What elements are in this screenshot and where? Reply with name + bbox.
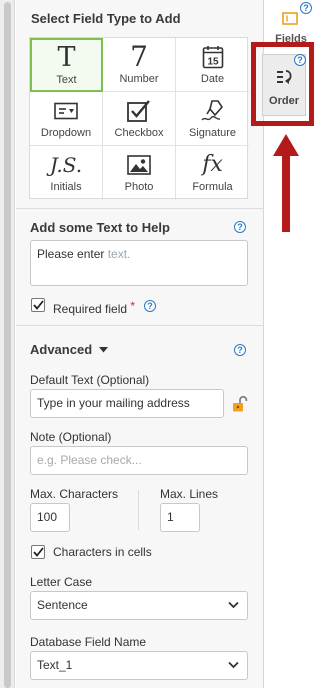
order-icon (277, 70, 292, 84)
tab-order[interactable]: ? Order (262, 54, 306, 116)
help-text-input[interactable]: Please enter text. (30, 240, 248, 286)
letter-case-label: Letter Case (30, 575, 93, 589)
default-text-label: Default Text (Optional) (30, 373, 150, 387)
database-field-select[interactable]: Text_1 (30, 651, 248, 680)
field-type-label: Text (56, 74, 77, 86)
field-separator (138, 490, 139, 530)
field-type-formula[interactable]: fx Formula (176, 146, 249, 200)
field-type-signature[interactable]: Signature (176, 92, 249, 146)
letter-case-value: Sentence (37, 598, 88, 612)
order-tab-highlight: ? Order (251, 42, 314, 126)
characters-in-cells-label: Characters in cells (53, 545, 152, 559)
scrollbar-thumb[interactable] (4, 2, 11, 688)
photo-icon (103, 152, 175, 178)
max-characters-input[interactable]: 100 (30, 503, 70, 532)
field-type-dropdown[interactable]: Dropdown (30, 92, 103, 146)
field-properties-panel: Select Field Type to Add T Text 7 Number… (16, 0, 264, 688)
field-type-label: Date (200, 73, 225, 85)
field-type-label: Signature (188, 127, 237, 139)
number-7-icon: 7 (130, 40, 148, 73)
max-lines-label: Max. Lines (160, 487, 219, 501)
letter-case-select[interactable]: Sentence (30, 591, 248, 620)
fields-help-icon[interactable]: ? (300, 2, 312, 14)
field-type-label: Checkbox (114, 127, 164, 139)
characters-in-cells-checkbox[interactable] (31, 545, 45, 559)
field-type-grid: T Text 7 Number 15 Date Dropdown Checkbo… (29, 37, 249, 200)
note-input[interactable]: e.g. Please check... (30, 446, 248, 475)
panel-scrollbar[interactable] (0, 0, 15, 688)
red-arrow-annotation (273, 134, 299, 232)
tab-fields[interactable]: ? Fields (268, 2, 314, 46)
field-type-text[interactable]: T Text (30, 38, 103, 92)
required-field-checkbox[interactable] (31, 298, 45, 312)
field-type-label: Formula (192, 181, 233, 193)
required-asterisk: * (130, 299, 136, 313)
order-help-icon[interactable]: ? (294, 54, 306, 66)
advanced-help-icon[interactable]: ? (234, 344, 246, 356)
help-text-help-icon[interactable]: ? (234, 221, 246, 233)
field-type-number[interactable]: 7 Number (103, 38, 176, 92)
section-divider (16, 208, 264, 209)
svg-text:15: 15 (207, 57, 219, 68)
required-field-label: Required field * (53, 299, 136, 316)
dropdown-icon (30, 98, 102, 124)
note-placeholder: e.g. Please check... (37, 453, 142, 467)
field-type-label: Number (119, 73, 159, 85)
calendar-15-icon: 15 (176, 44, 249, 70)
checkbox-icon (103, 98, 175, 124)
field-type-photo[interactable]: Photo (103, 146, 176, 200)
required-field-help-icon[interactable]: ? (144, 300, 156, 312)
database-field-value: Text_1 (37, 658, 73, 672)
field-type-label: Initials (50, 181, 82, 193)
check-icon (32, 300, 44, 310)
text-T-icon: T (57, 42, 76, 73)
advanced-toggle[interactable]: Advanced (30, 342, 108, 357)
note-label: Note (Optional) (30, 430, 112, 444)
field-type-label: Photo (124, 181, 154, 193)
chevron-down-icon (228, 601, 239, 609)
help-text-value: Please enter (37, 247, 108, 261)
caret-down-icon (98, 347, 108, 353)
field-type-title: Select Field Type to Add (31, 11, 181, 26)
section-divider (16, 325, 264, 326)
field-type-checkbox[interactable]: Checkbox (103, 92, 176, 146)
field-type-date[interactable]: 15 Date (176, 38, 249, 92)
fields-icon (282, 12, 298, 25)
field-type-label: Dropdown (40, 127, 92, 139)
lock-icon[interactable] (232, 395, 248, 416)
max-lines-input[interactable]: 1 (160, 503, 200, 532)
signature-pen-icon (176, 98, 249, 124)
field-type-initials[interactable]: J.S. Initials (30, 146, 103, 200)
check-icon (32, 547, 44, 557)
tab-order-label: Order (269, 95, 299, 107)
initials-icon: J.S. (49, 153, 83, 177)
help-text-title: Add some Text to Help (30, 220, 170, 235)
formula-fx-icon: fx (202, 152, 223, 177)
default-text-input[interactable]: Type in your mailing address (30, 389, 224, 418)
chevron-down-icon (228, 661, 239, 669)
help-text-value-suffix: text. (107, 247, 131, 261)
max-characters-label: Max. Characters (30, 487, 119, 501)
database-field-label: Database Field Name (30, 635, 147, 649)
